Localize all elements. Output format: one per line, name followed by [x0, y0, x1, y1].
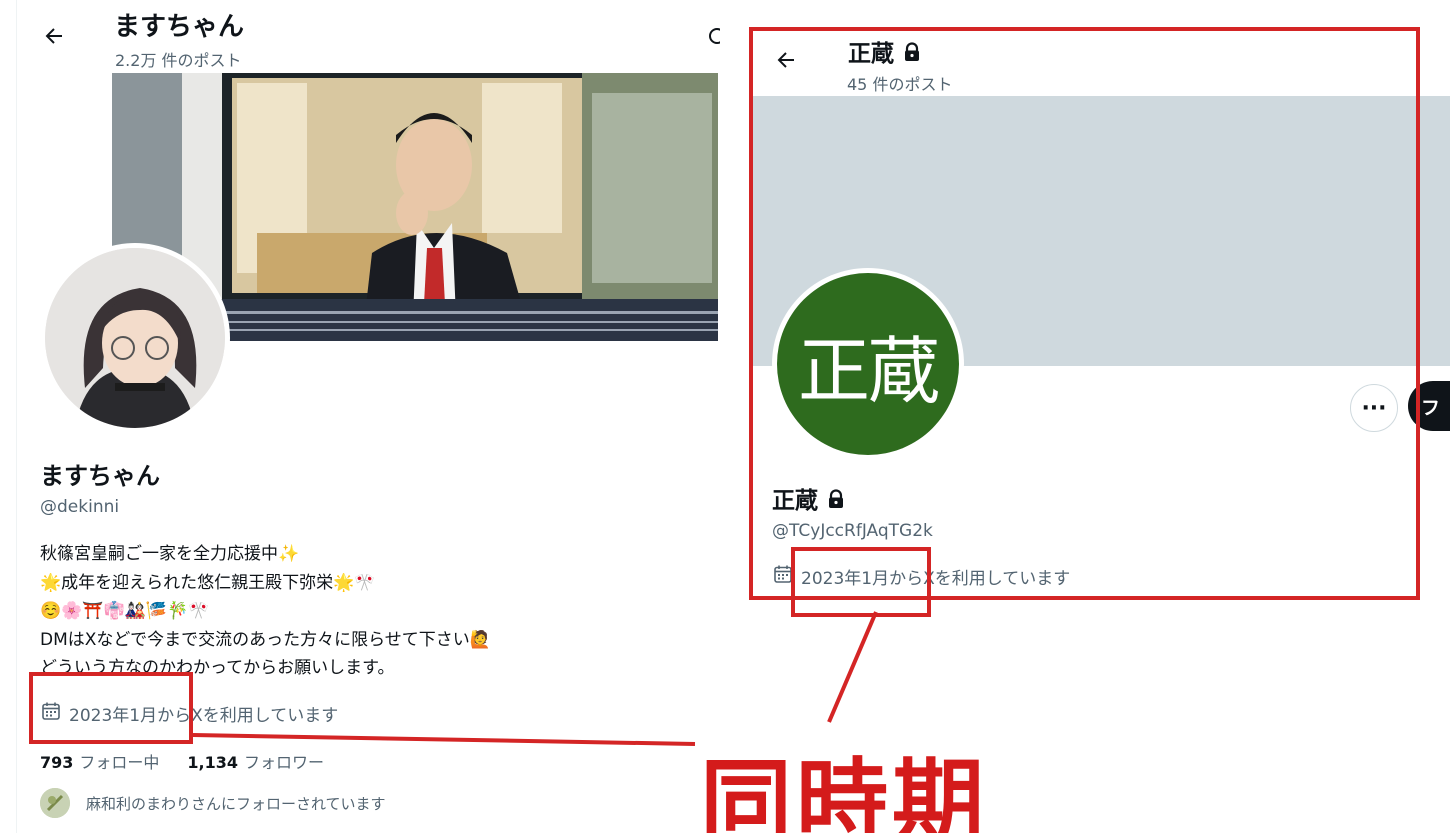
bio-line: 🌟成年を迎えられた悠仁親王殿下弥栄🌟🎌 [40, 572, 376, 593]
followers-link[interactable]: 1,134 フォロワー [187, 749, 324, 773]
back-arrow-icon[interactable] [36, 18, 72, 54]
annotation-box-right-date [791, 547, 931, 617]
annotation-box-right-profile [749, 27, 1420, 600]
following-label: フォロー中 [79, 753, 160, 772]
follower-avatar [40, 788, 70, 818]
following-count: 793 [40, 753, 74, 772]
annotation-box-left-date [29, 672, 193, 744]
display-name: ますちゃん [40, 462, 160, 490]
profile-bio: 秋篠宮皇嗣ご一家を全力応援中✨ 🌟成年を迎えられた悠仁親王殿下弥栄🌟🎌 ☺️🌸⛩… [40, 540, 700, 683]
header-name: ますちゃん [114, 12, 245, 42]
column-divider [16, 0, 17, 833]
search-icon[interactable] [704, 26, 725, 48]
bio-line: 秋篠宮皇嗣ご一家を全力応援中✨ [40, 544, 300, 564]
profile-avatar[interactable] [40, 243, 230, 433]
followed-by-link[interactable]: 麻和利のまわりさんにフォローされています [40, 788, 386, 818]
annotation-label: 同時期 [700, 749, 989, 833]
header-post-count: 2.2万 件のポスト [115, 51, 242, 70]
followed-by-text: 麻和利のまわりさんにフォローされています [86, 794, 386, 813]
followers-count: 1,134 [187, 753, 239, 772]
following-link[interactable]: 793 フォロー中 [40, 749, 159, 773]
bio-line: DMはXなどで今まで交流のあった方々に限らせて下さい🙋 [40, 629, 491, 650]
user-handle: @dekinni [40, 497, 120, 517]
bio-line: ☺️🌸⛩️👘🎎🎏🎋🎌 [40, 601, 210, 621]
followers-label: フォロワー [244, 753, 325, 772]
follow-stats: 793 フォロー中 1,134 フォロワー [40, 749, 324, 773]
